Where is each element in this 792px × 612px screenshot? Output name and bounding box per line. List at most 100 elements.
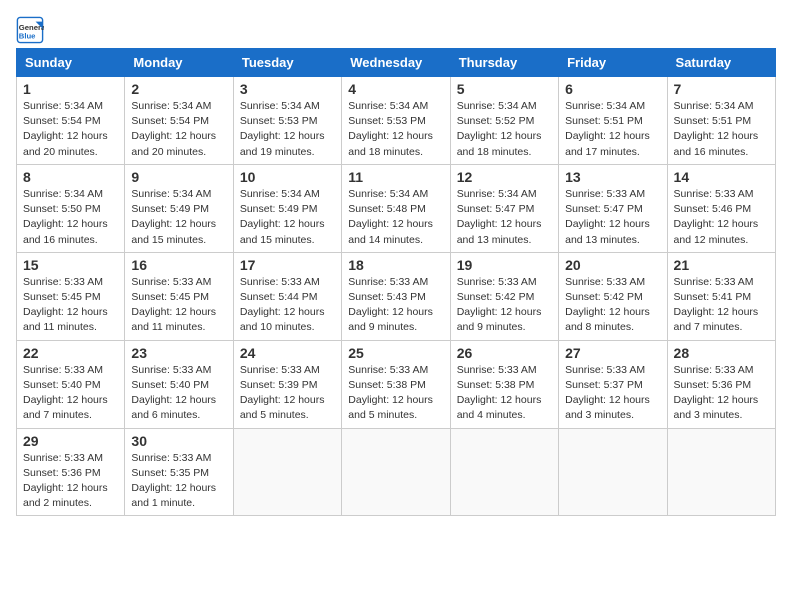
sunrise-label: Sunrise: 5:33 AM (348, 276, 428, 288)
sunset-label: Sunset: 5:46 PM (674, 203, 752, 215)
calendar-cell: 22 Sunrise: 5:33 AM Sunset: 5:40 PM Dayl… (17, 340, 125, 428)
calendar-cell: 11 Sunrise: 5:34 AM Sunset: 5:48 PM Dayl… (342, 164, 450, 252)
day-number: 1 (23, 81, 118, 97)
sunrise-label: Sunrise: 5:34 AM (348, 188, 428, 200)
day-number: 13 (565, 169, 660, 185)
calendar-cell: 28 Sunrise: 5:33 AM Sunset: 5:36 PM Dayl… (667, 340, 775, 428)
sunset-label: Sunset: 5:54 PM (131, 115, 209, 127)
daylight-label: Daylight: 12 hours and 16 minutes. (23, 218, 108, 245)
calendar-week-row: 1 Sunrise: 5:34 AM Sunset: 5:54 PM Dayli… (17, 77, 776, 165)
daylight-label: Daylight: 12 hours and 1 minute. (131, 482, 216, 509)
sunset-label: Sunset: 5:39 PM (240, 379, 318, 391)
daylight-label: Daylight: 12 hours and 5 minutes. (348, 394, 433, 421)
sunrise-label: Sunrise: 5:33 AM (348, 364, 428, 376)
sunset-label: Sunset: 5:51 PM (565, 115, 643, 127)
page-header: General Blue (16, 16, 776, 44)
day-info: Sunrise: 5:33 AM Sunset: 5:40 PM Dayligh… (23, 363, 118, 424)
sunset-label: Sunset: 5:54 PM (23, 115, 101, 127)
sunset-label: Sunset: 5:49 PM (131, 203, 209, 215)
day-number: 27 (565, 345, 660, 361)
calendar-cell: 12 Sunrise: 5:34 AM Sunset: 5:47 PM Dayl… (450, 164, 558, 252)
sunset-label: Sunset: 5:52 PM (457, 115, 535, 127)
day-number: 9 (131, 169, 226, 185)
day-info: Sunrise: 5:33 AM Sunset: 5:36 PM Dayligh… (23, 451, 118, 512)
calendar-cell: 10 Sunrise: 5:34 AM Sunset: 5:49 PM Dayl… (233, 164, 341, 252)
sunset-label: Sunset: 5:48 PM (348, 203, 426, 215)
daylight-label: Daylight: 12 hours and 3 minutes. (674, 394, 759, 421)
calendar-cell: 1 Sunrise: 5:34 AM Sunset: 5:54 PM Dayli… (17, 77, 125, 165)
sunrise-label: Sunrise: 5:33 AM (674, 364, 754, 376)
sunrise-label: Sunrise: 5:34 AM (23, 188, 103, 200)
day-number: 25 (348, 345, 443, 361)
day-info: Sunrise: 5:34 AM Sunset: 5:53 PM Dayligh… (348, 99, 443, 160)
sunrise-label: Sunrise: 5:33 AM (565, 188, 645, 200)
sunset-label: Sunset: 5:43 PM (348, 291, 426, 303)
day-number: 15 (23, 257, 118, 273)
sunrise-label: Sunrise: 5:33 AM (23, 452, 103, 464)
calendar-week-row: 29 Sunrise: 5:33 AM Sunset: 5:36 PM Dayl… (17, 428, 776, 516)
daylight-label: Daylight: 12 hours and 3 minutes. (565, 394, 650, 421)
sunset-label: Sunset: 5:51 PM (674, 115, 752, 127)
calendar-cell: 8 Sunrise: 5:34 AM Sunset: 5:50 PM Dayli… (17, 164, 125, 252)
daylight-label: Daylight: 12 hours and 7 minutes. (674, 306, 759, 333)
day-number: 3 (240, 81, 335, 97)
sunrise-label: Sunrise: 5:34 AM (348, 100, 428, 112)
day-number: 4 (348, 81, 443, 97)
day-info: Sunrise: 5:34 AM Sunset: 5:54 PM Dayligh… (23, 99, 118, 160)
daylight-label: Daylight: 12 hours and 15 minutes. (240, 218, 325, 245)
calendar-cell: 27 Sunrise: 5:33 AM Sunset: 5:37 PM Dayl… (559, 340, 667, 428)
daylight-label: Daylight: 12 hours and 14 minutes. (348, 218, 433, 245)
calendar-cell: 2 Sunrise: 5:34 AM Sunset: 5:54 PM Dayli… (125, 77, 233, 165)
day-info: Sunrise: 5:34 AM Sunset: 5:51 PM Dayligh… (674, 99, 769, 160)
sunset-label: Sunset: 5:38 PM (457, 379, 535, 391)
sunrise-label: Sunrise: 5:33 AM (674, 276, 754, 288)
day-number: 20 (565, 257, 660, 273)
daylight-label: Daylight: 12 hours and 11 minutes. (23, 306, 108, 333)
day-number: 6 (565, 81, 660, 97)
sunset-label: Sunset: 5:45 PM (23, 291, 101, 303)
daylight-label: Daylight: 12 hours and 2 minutes. (23, 482, 108, 509)
day-info: Sunrise: 5:33 AM Sunset: 5:45 PM Dayligh… (131, 275, 226, 336)
logo-icon: General Blue (16, 16, 44, 44)
day-info: Sunrise: 5:34 AM Sunset: 5:49 PM Dayligh… (240, 187, 335, 248)
day-number: 17 (240, 257, 335, 273)
sunset-label: Sunset: 5:49 PM (240, 203, 318, 215)
sunset-label: Sunset: 5:42 PM (565, 291, 643, 303)
calendar-cell: 9 Sunrise: 5:34 AM Sunset: 5:49 PM Dayli… (125, 164, 233, 252)
calendar-cell: 18 Sunrise: 5:33 AM Sunset: 5:43 PM Dayl… (342, 252, 450, 340)
sunset-label: Sunset: 5:45 PM (131, 291, 209, 303)
day-number: 12 (457, 169, 552, 185)
day-info: Sunrise: 5:33 AM Sunset: 5:40 PM Dayligh… (131, 363, 226, 424)
svg-text:Blue: Blue (19, 31, 36, 40)
sunrise-label: Sunrise: 5:34 AM (457, 188, 537, 200)
day-number: 5 (457, 81, 552, 97)
daylight-label: Daylight: 12 hours and 15 minutes. (131, 218, 216, 245)
sunrise-label: Sunrise: 5:33 AM (131, 276, 211, 288)
calendar-cell (342, 428, 450, 516)
sunrise-label: Sunrise: 5:33 AM (565, 276, 645, 288)
calendar-cell: 30 Sunrise: 5:33 AM Sunset: 5:35 PM Dayl… (125, 428, 233, 516)
day-number: 18 (348, 257, 443, 273)
sunrise-label: Sunrise: 5:33 AM (457, 276, 537, 288)
calendar-cell: 25 Sunrise: 5:33 AM Sunset: 5:38 PM Dayl… (342, 340, 450, 428)
logo: General Blue (16, 16, 48, 44)
sunrise-label: Sunrise: 5:34 AM (240, 100, 320, 112)
calendar-cell: 26 Sunrise: 5:33 AM Sunset: 5:38 PM Dayl… (450, 340, 558, 428)
calendar-cell: 29 Sunrise: 5:33 AM Sunset: 5:36 PM Dayl… (17, 428, 125, 516)
day-info: Sunrise: 5:34 AM Sunset: 5:50 PM Dayligh… (23, 187, 118, 248)
day-number: 16 (131, 257, 226, 273)
weekday-header: Sunday (17, 49, 125, 77)
sunset-label: Sunset: 5:40 PM (23, 379, 101, 391)
daylight-label: Daylight: 12 hours and 11 minutes. (131, 306, 216, 333)
sunset-label: Sunset: 5:53 PM (240, 115, 318, 127)
day-info: Sunrise: 5:34 AM Sunset: 5:54 PM Dayligh… (131, 99, 226, 160)
weekday-header: Wednesday (342, 49, 450, 77)
daylight-label: Daylight: 12 hours and 5 minutes. (240, 394, 325, 421)
sunrise-label: Sunrise: 5:34 AM (240, 188, 320, 200)
day-info: Sunrise: 5:33 AM Sunset: 5:47 PM Dayligh… (565, 187, 660, 248)
calendar-table: SundayMondayTuesdayWednesdayThursdayFrid… (16, 48, 776, 516)
day-info: Sunrise: 5:33 AM Sunset: 5:43 PM Dayligh… (348, 275, 443, 336)
day-info: Sunrise: 5:34 AM Sunset: 5:51 PM Dayligh… (565, 99, 660, 160)
sunrise-label: Sunrise: 5:33 AM (674, 188, 754, 200)
sunset-label: Sunset: 5:35 PM (131, 467, 209, 479)
